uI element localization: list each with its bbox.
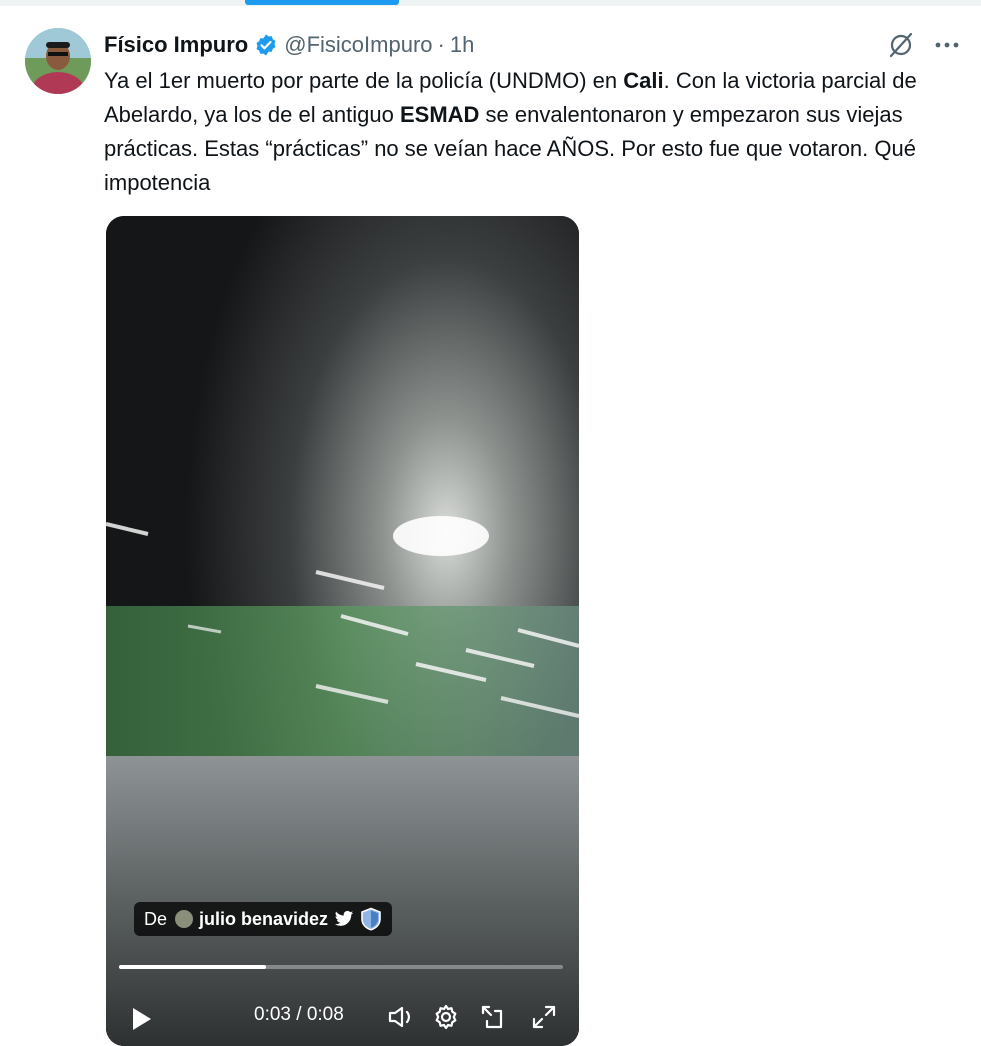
top-divider — [0, 0, 981, 6]
verified-badge-icon — [254, 33, 278, 57]
tweet-text-esmad[interactable]: ESMAD — [400, 102, 479, 127]
video-time: 0:03 / 0:08 — [254, 1004, 344, 1026]
volume-icon[interactable] — [386, 1002, 416, 1032]
display-name[interactable]: Físico Impuro — [104, 32, 248, 58]
timestamp[interactable]: 1h — [450, 32, 474, 58]
tweet-header: Físico Impuro @FisicoImpuro · 1h — [104, 30, 474, 60]
video-attribution[interactable]: De julio benavidez — [134, 902, 393, 936]
tweet-text-city[interactable]: Cali — [623, 68, 663, 93]
shield-badge-icon — [360, 907, 382, 931]
tweet-text-part-1: Ya el 1er muerto por parte de la policía… — [104, 68, 624, 93]
video-current-time: 0:03 — [254, 1004, 291, 1025]
bird-icon — [334, 910, 354, 928]
avatar[interactable] — [25, 28, 91, 94]
picture-in-picture-icon[interactable] — [478, 1002, 508, 1032]
tweet-text: Ya el 1er muerto por parte de la policía… — [104, 64, 964, 200]
video-progress-bar[interactable] — [119, 965, 563, 969]
more-options-icon[interactable] — [930, 30, 964, 60]
separator-dot: · — [437, 32, 445, 57]
attribution-avatar — [175, 910, 194, 928]
expand-icon[interactable] — [529, 1002, 559, 1032]
video-controls: 0:03 / 0:08 — [106, 996, 579, 1036]
settings-icon[interactable] — [431, 1002, 461, 1032]
handle[interactable]: @FisicoImpuro — [284, 32, 432, 58]
video-time-separator: / — [290, 1004, 307, 1025]
video-duration: 0:08 — [306, 1004, 344, 1025]
video-progress-fill — [119, 965, 266, 969]
attribution-prefix: De — [144, 908, 168, 929]
active-tab-indicator — [245, 0, 399, 5]
play-icon[interactable] — [126, 1004, 156, 1034]
grok-icon[interactable] — [886, 30, 916, 60]
attribution-name[interactable]: julio benavidez — [199, 909, 328, 930]
video-player[interactable]: De julio benavidez 0:03 / 0:08 — [106, 216, 579, 1046]
